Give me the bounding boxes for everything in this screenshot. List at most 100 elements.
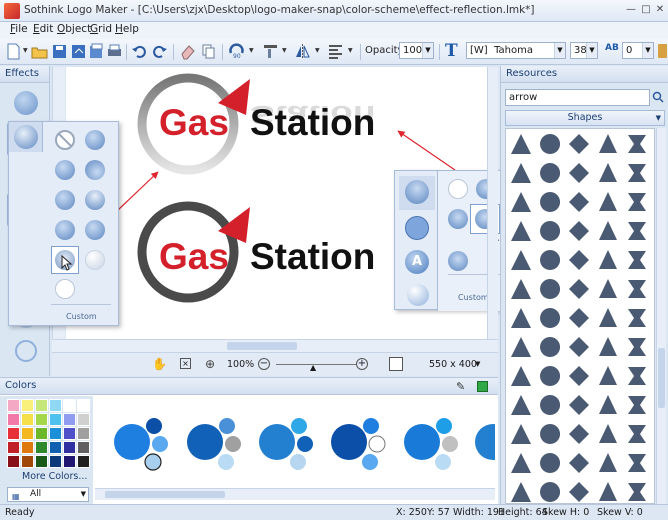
popup-tab-1[interactable] xyxy=(399,176,435,210)
color-swatch[interactable] xyxy=(7,427,20,440)
color-swatch[interactable] xyxy=(63,455,76,468)
shape-thumbnail[interactable] xyxy=(628,425,646,443)
canvas-horizontal-scrollbar[interactable] xyxy=(52,339,498,352)
shape-thumbnail[interactable] xyxy=(511,482,531,502)
shape-thumbnail[interactable] xyxy=(569,163,589,183)
color-swatch[interactable] xyxy=(77,427,90,440)
shape-thumbnail[interactable] xyxy=(628,309,646,327)
shape-thumbnail[interactable] xyxy=(628,280,646,298)
shape-thumbnail[interactable] xyxy=(569,192,589,212)
shape-thumbnail[interactable] xyxy=(599,395,617,414)
color-swatch[interactable] xyxy=(35,413,48,426)
resources-search-input[interactable]: arrow xyxy=(505,89,650,106)
shape-thumbnail[interactable] xyxy=(540,453,561,473)
color-swatch[interactable] xyxy=(63,399,76,412)
shape-thumbnail[interactable] xyxy=(599,279,617,298)
shape-thumbnail[interactable] xyxy=(628,251,646,269)
shape-thumbnail[interactable] xyxy=(511,221,531,241)
hand-tool-icon[interactable]: ✋ xyxy=(152,357,167,371)
color-schemes-scroll-thumb[interactable] xyxy=(105,491,225,498)
shape-thumbnail[interactable] xyxy=(540,163,561,183)
popup-option-3[interactable] xyxy=(448,209,468,229)
shape-thumbnail[interactable] xyxy=(628,222,646,240)
shape-thumbnail[interactable] xyxy=(511,250,531,270)
zoom-in-icon[interactable]: + xyxy=(356,358,368,370)
color-swatch[interactable] xyxy=(49,455,62,468)
shape-thumbnail[interactable] xyxy=(569,482,589,502)
popup-option-5[interactable] xyxy=(448,251,468,271)
color-swatch[interactable] xyxy=(7,441,20,454)
shape-thumbnail[interactable] xyxy=(628,396,646,414)
popup-tab-text[interactable]: A xyxy=(399,248,435,278)
color-swatch[interactable] xyxy=(49,441,62,454)
color-swatch[interactable] xyxy=(21,399,34,412)
shape-thumbnail[interactable] xyxy=(540,192,561,212)
shape-thumbnail[interactable] xyxy=(569,308,589,328)
shape-thumbnail[interactable] xyxy=(599,453,617,472)
canvas-scroll-thumb[interactable] xyxy=(227,342,297,350)
shape-thumbnail[interactable] xyxy=(599,308,617,327)
color-swatch[interactable] xyxy=(77,441,90,454)
shape-thumbnail[interactable] xyxy=(569,134,589,154)
effect-option-3[interactable] xyxy=(85,160,105,180)
shape-thumbnail[interactable] xyxy=(569,395,589,415)
effects-custom-label[interactable]: Custom xyxy=(66,312,97,321)
shape-thumbnail[interactable] xyxy=(511,337,531,357)
shape-thumbnail[interactable] xyxy=(628,454,646,472)
shapes-scroll-thumb[interactable] xyxy=(658,348,665,408)
current-color-swatch[interactable] xyxy=(477,381,488,392)
canvas-color-icon[interactable] xyxy=(389,357,403,371)
search-icon[interactable] xyxy=(652,91,664,103)
more-colors-link[interactable]: More Colors... xyxy=(22,471,87,482)
color-swatch[interactable] xyxy=(21,441,34,454)
effect-option-1[interactable] xyxy=(85,130,105,150)
popup-tab-2[interactable] xyxy=(399,212,435,246)
shape-thumbnail[interactable] xyxy=(511,424,531,444)
shape-thumbnail[interactable] xyxy=(511,134,531,154)
color-swatch[interactable] xyxy=(7,413,20,426)
effect-option-6[interactable] xyxy=(55,220,75,240)
shape-thumbnail[interactable] xyxy=(540,395,561,415)
effect-option-5[interactable] xyxy=(85,190,105,210)
shape-thumbnail[interactable] xyxy=(599,192,617,211)
color-swatch[interactable] xyxy=(77,399,90,412)
shape-thumbnail[interactable] xyxy=(569,279,589,299)
shape-thumbnail[interactable] xyxy=(511,453,531,473)
shape-thumbnail[interactable] xyxy=(511,366,531,386)
color-swatch[interactable] xyxy=(35,455,48,468)
shape-thumbnail[interactable] xyxy=(628,193,646,211)
shape-thumbnail[interactable] xyxy=(569,221,589,241)
shape-thumbnail[interactable] xyxy=(511,192,531,212)
color-swatch[interactable] xyxy=(35,427,48,440)
popup-tab-4[interactable] xyxy=(399,282,435,308)
color-swatch[interactable] xyxy=(63,441,76,454)
color-schemes-scrollbar[interactable] xyxy=(95,488,495,500)
shape-thumbnail[interactable] xyxy=(540,308,561,328)
effect-option-9[interactable] xyxy=(85,250,105,270)
shapes-scrollbar[interactable] xyxy=(656,128,666,504)
shape-thumbnail[interactable] xyxy=(599,482,617,501)
shape-thumbnail[interactable] xyxy=(511,395,531,415)
shape-thumbnail[interactable] xyxy=(569,424,589,444)
popup-option-1[interactable] xyxy=(448,179,468,199)
center-icon[interactable]: ⊕ xyxy=(205,357,215,371)
shape-thumbnail[interactable] xyxy=(628,338,646,356)
shape-thumbnail[interactable] xyxy=(569,453,589,473)
color-swatch[interactable] xyxy=(49,427,62,440)
shape-thumbnail[interactable] xyxy=(511,163,531,183)
shape-thumbnail[interactable] xyxy=(599,250,617,269)
color-swatch[interactable] xyxy=(7,455,20,468)
color-swatch[interactable] xyxy=(77,455,90,468)
shape-thumbnail[interactable] xyxy=(569,366,589,386)
shape-thumbnail[interactable] xyxy=(599,424,617,443)
color-filter-dropdown[interactable]: All ▦ ▼ xyxy=(7,487,89,502)
color-swatch[interactable] xyxy=(49,399,62,412)
color-swatch[interactable] xyxy=(35,399,48,412)
shape-thumbnail[interactable] xyxy=(628,483,646,501)
resources-category-dropdown[interactable]: Shapes ▼ xyxy=(505,110,665,126)
shape-thumbnail[interactable] xyxy=(540,279,561,299)
shape-thumbnail[interactable] xyxy=(511,279,531,299)
shape-thumbnail[interactable] xyxy=(540,134,561,154)
zoom-slider-thumb[interactable]: ▲ xyxy=(310,363,316,372)
color-swatch[interactable] xyxy=(21,455,34,468)
